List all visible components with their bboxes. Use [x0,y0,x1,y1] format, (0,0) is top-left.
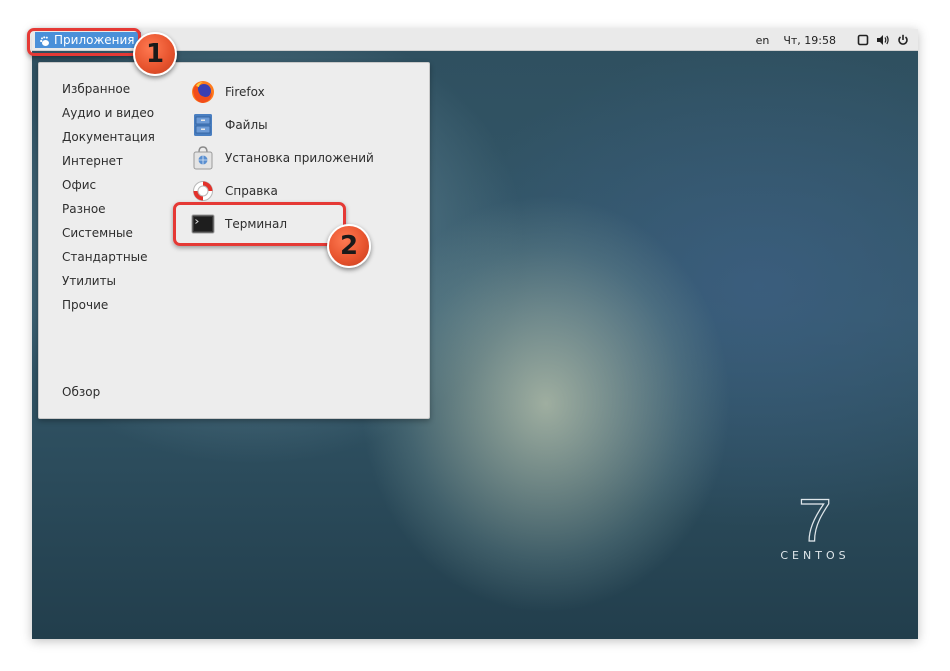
power-icon[interactable] [896,33,910,47]
help-lifebuoy-icon [190,178,216,204]
category-utilities[interactable]: Утилиты [39,269,179,293]
app-firefox[interactable]: Firefox [187,75,417,108]
app-software-install[interactable]: Установка приложений [187,141,417,174]
centos-branding: 7 CENTOS [765,487,865,562]
app-files-label: Файлы [225,117,268,132]
screen-icon[interactable] [856,33,870,47]
volume-icon[interactable] [876,33,890,47]
software-install-icon [190,145,216,171]
highlight-terminal-item [173,202,346,246]
app-help-label: Справка [225,183,278,198]
centos-version-number: 7 [798,487,833,554]
category-documentation[interactable]: Документация [39,125,179,149]
files-icon [190,112,216,138]
highlight-applications-button [27,28,141,56]
app-firefox-label: Firefox [225,84,265,99]
category-favorites[interactable]: Избранное [39,77,179,101]
overview-link[interactable]: Обзор [62,385,100,399]
step-badge-2: 2 [327,224,371,268]
app-files[interactable]: Файлы [187,108,417,141]
category-list: Избранное Аудио и видео Документация Инт… [39,77,179,317]
keyboard-layout-indicator[interactable]: en [756,34,770,47]
category-standard[interactable]: Стандартные [39,245,179,269]
category-system[interactable]: Системные [39,221,179,245]
category-office[interactable]: Офис [39,173,179,197]
clock[interactable]: Чт, 19:58 [783,34,836,47]
app-software-install-label: Установка приложений [225,150,374,165]
step-badge-1: 1 [133,32,177,76]
category-audio-video[interactable]: Аудио и видео [39,101,179,125]
category-internet[interactable]: Интернет [39,149,179,173]
centos-wordmark: CENTOS [780,549,850,562]
category-misc[interactable]: Разное [39,197,179,221]
firefox-icon [190,79,216,105]
category-other[interactable]: Прочие [39,293,179,317]
